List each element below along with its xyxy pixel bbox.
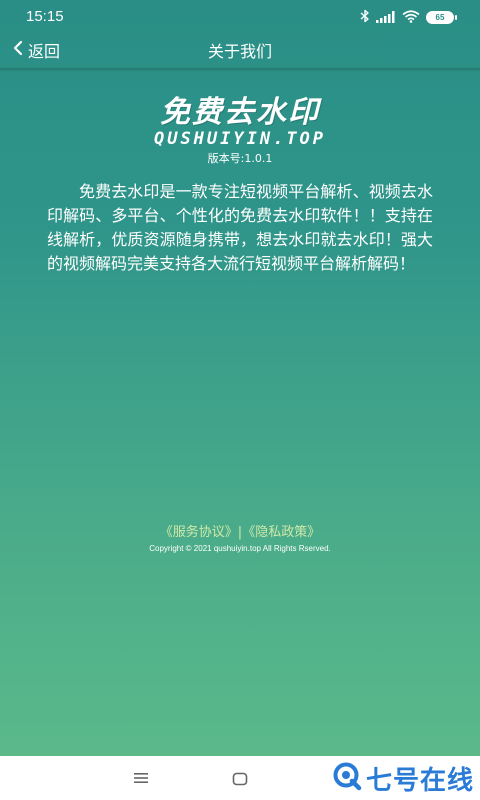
- status-bar: 15:15 65: [0, 0, 480, 34]
- privacy-policy-link[interactable]: 《隐私政策》: [242, 525, 320, 540]
- system-nav-bar: 七号在线: [0, 756, 480, 800]
- bluetooth-icon: [360, 8, 370, 27]
- app-logo: 免费去水印 QUSHUIYIN.TOP 版本号:1.0.1: [0, 96, 480, 166]
- wifi-icon: [402, 8, 420, 27]
- watermark-text: 七号在线: [365, 765, 474, 796]
- page-title: 关于我们: [207, 42, 272, 61]
- nav-bar: 返回 关于我们: [0, 34, 480, 72]
- logo-domain: QUSHUIYIN.TOP: [153, 129, 327, 149]
- signal-icon: [376, 8, 396, 27]
- policy-links: 《服务协议》|《隐私政策》: [0, 521, 480, 540]
- logo-title: 免费去水印: [160, 95, 320, 130]
- watermark-logo-icon: [332, 761, 362, 795]
- copyright-text: Copyright © 2021 qushuiyin.top All Right…: [149, 544, 331, 553]
- version-label: 版本号:1.0.1: [207, 152, 273, 165]
- menu-icon[interactable]: [133, 770, 149, 784]
- status-time: 15:15: [26, 8, 64, 25]
- status-icons: 65: [360, 8, 457, 27]
- service-agreement-link[interactable]: 《服务协议》: [160, 525, 238, 540]
- app-description: 免费去水印是一款专注短视频平台解析、视频去水印解码、多平台、个性化的免费去水印软…: [47, 182, 433, 273]
- home-icon[interactable]: [232, 771, 248, 786]
- about-screen: 15:15 65 返回 关于我们 免费去水印 QUSHUIYIN.TOP 版本号…: [0, 0, 480, 756]
- battery-icon: 65: [426, 10, 457, 24]
- watermark: 七号在线: [332, 760, 474, 796]
